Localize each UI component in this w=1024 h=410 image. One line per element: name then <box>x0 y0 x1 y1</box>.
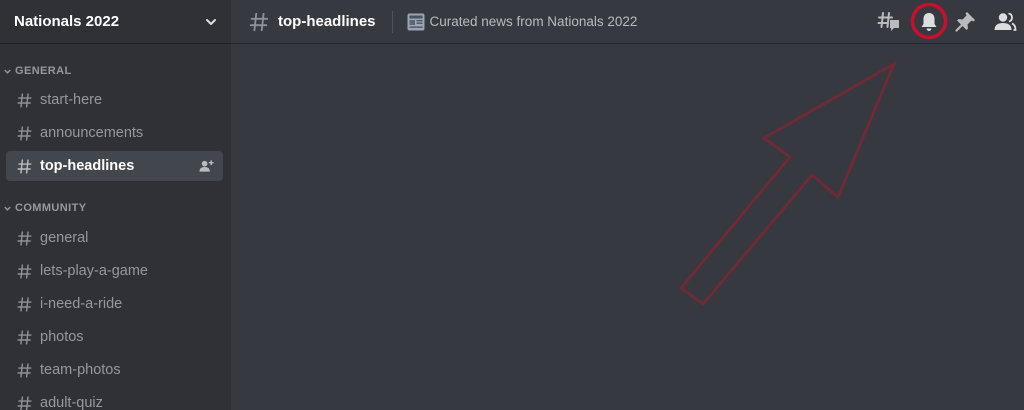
notification-bell-icon[interactable] <box>917 10 941 34</box>
text-channel-hash-icon <box>17 92 32 108</box>
text-channel-hash-icon <box>17 125 32 141</box>
channel-start-here[interactable]: start-here <box>6 85 223 115</box>
category-label: COMMUNITY <box>15 202 87 214</box>
channel-topic: Curated news from Nationals 2022 <box>429 14 638 29</box>
text-channel-hash-icon <box>17 158 32 174</box>
channel-sidebar: Nationals 2022 GENERAL start-here announ… <box>0 0 231 410</box>
channel-lets-play-a-game[interactable]: lets-play-a-game <box>6 256 223 286</box>
header-divider <box>391 10 393 33</box>
channel-name: start-here <box>40 92 103 108</box>
channel-name: general <box>40 230 89 246</box>
text-channel-hash-icon <box>17 263 32 279</box>
channel-announcements[interactable]: announcements <box>6 118 223 148</box>
channel-adult-quiz[interactable]: adult-quiz <box>6 388 223 410</box>
invite-member-icon[interactable] <box>199 159 214 173</box>
channel-title: top-headlines <box>278 13 376 30</box>
channel-i-need-a-ride[interactable]: i-need-a-ride <box>6 289 223 319</box>
text-channel-hash-icon <box>17 230 32 246</box>
newspaper-icon <box>407 13 425 30</box>
server-name: Nationals 2022 <box>14 13 120 30</box>
category-label: GENERAL <box>15 65 72 77</box>
pin-icon[interactable] <box>953 10 977 34</box>
pointer-arrow <box>678 60 898 307</box>
chevron-down-icon[interactable] <box>205 16 217 28</box>
text-channel-hash-icon <box>249 12 269 31</box>
channel-name: top-headlines <box>40 158 135 174</box>
text-channel-hash-icon <box>17 395 32 410</box>
channel-general[interactable]: general <box>6 223 223 253</box>
channel-top-headlines[interactable]: top-headlines <box>6 151 223 181</box>
text-channel-hash-icon <box>17 362 32 378</box>
category-general[interactable]: GENERAL <box>0 63 72 79</box>
text-channel-hash-icon <box>17 296 32 312</box>
channel-name: team-photos <box>40 362 121 378</box>
category-chevron-icon <box>4 69 11 74</box>
member-list-icon[interactable] <box>993 10 1017 34</box>
channel-name: announcements <box>40 125 144 141</box>
server-header[interactable]: Nationals 2022 <box>0 0 231 44</box>
category-chevron-icon <box>4 206 11 211</box>
channel-photos[interactable]: photos <box>6 322 223 352</box>
text-channel-hash-icon <box>17 329 32 345</box>
channel-name: lets-play-a-game <box>40 263 148 279</box>
channel-name: adult-quiz <box>40 395 103 410</box>
category-community[interactable]: COMMUNITY <box>0 200 86 216</box>
threads-icon[interactable] <box>877 10 901 34</box>
channel-header: top-headlines Curated news from National… <box>231 0 1024 44</box>
channel-team-photos[interactable]: team-photos <box>6 355 223 385</box>
channel-name: i-need-a-ride <box>40 296 123 312</box>
channel-name: photos <box>40 329 84 345</box>
